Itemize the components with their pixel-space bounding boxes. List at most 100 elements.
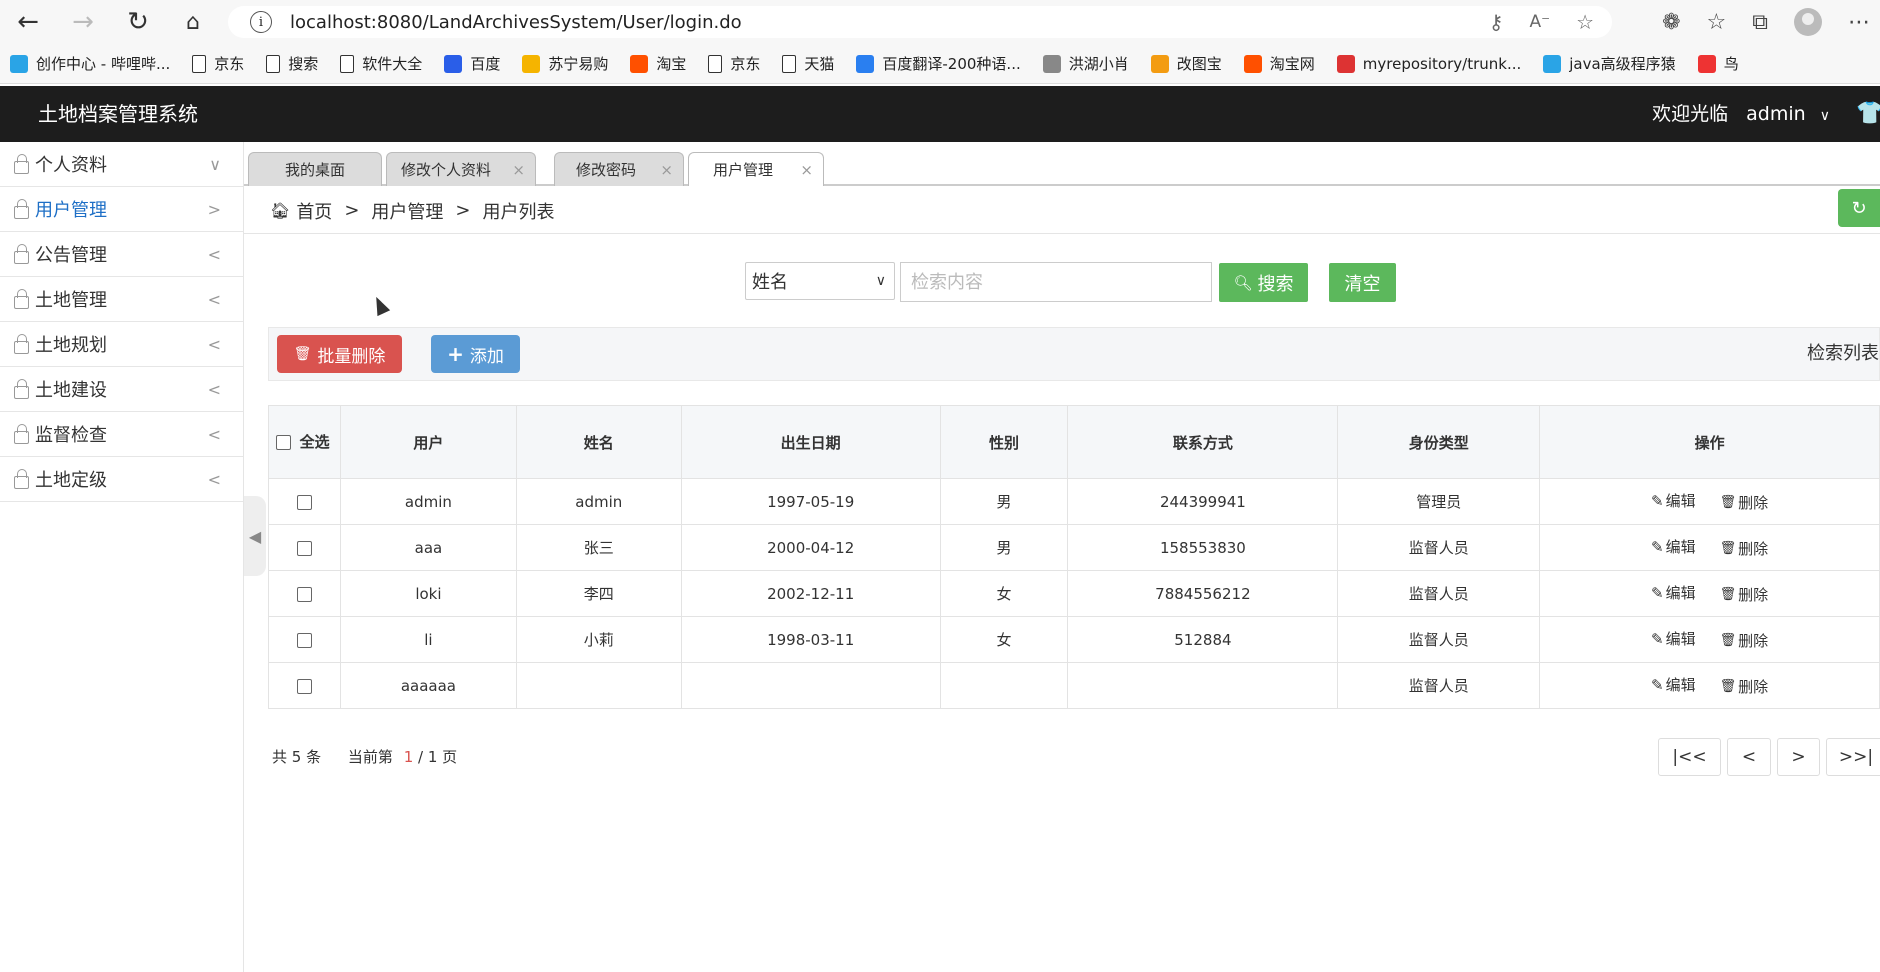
profile-avatar-icon[interactable] (1794, 8, 1822, 36)
page-icon (192, 54, 207, 73)
sidebar-collapse-handle[interactable]: ◀ (244, 496, 266, 576)
tab-bar: 我的桌面 修改个人资料 × 修改密码 × 用户管理 × (244, 142, 1880, 186)
tab-desktop[interactable]: 我的桌面 (248, 152, 382, 186)
edit-button[interactable]: ✎ 编辑 (1651, 490, 1696, 511)
row-checkbox[interactable] (296, 494, 312, 510)
bookmark-item[interactable]: 软件大全 (340, 53, 422, 74)
delete-button[interactable]: 🗑︎ 删除 (1720, 584, 1769, 605)
home-icon[interactable]: ⌂ (173, 2, 213, 42)
tab-edit-profile[interactable]: 修改个人资料 × (386, 152, 536, 186)
bilibili-icon (1543, 54, 1562, 73)
bookmark-item[interactable]: 鸟 (1697, 53, 1739, 74)
sidebar-item[interactable]: 个人资料 ∨ (0, 142, 243, 187)
bilibili-icon (10, 54, 28, 73)
collections-icon[interactable]: ⧉ (1752, 10, 1768, 35)
search-button[interactable]: 🔍︎ 搜索 (1219, 263, 1308, 302)
row-checkbox[interactable] (296, 678, 312, 694)
select-all-checkbox[interactable] (276, 434, 292, 450)
edit-button[interactable]: ✎ 编辑 (1651, 674, 1696, 695)
plus-icon: + (447, 342, 464, 366)
address-bar[interactable]: i localhost:8080/LandArchivesSystem/User… (228, 6, 1612, 38)
sidebar-item[interactable]: 土地管理 < (0, 277, 243, 322)
close-icon[interactable]: × (800, 161, 813, 179)
delete-button[interactable]: 🗑︎ 删除 (1720, 630, 1769, 651)
favorite-add-icon[interactable]: ☆ (1576, 10, 1594, 34)
more-icon[interactable]: ⋯ (1848, 10, 1870, 35)
trash-icon: 🗑︎ (1719, 540, 1737, 556)
site-info-icon[interactable]: i (250, 11, 272, 33)
trash-icon: 🗑︎ (1719, 632, 1737, 648)
sidebar-arrow-icon: > (207, 199, 221, 219)
close-icon[interactable]: × (512, 161, 525, 179)
key-icon[interactable]: ⚷ (1489, 10, 1504, 34)
breadcrumb-level1[interactable]: 用户管理 (371, 198, 443, 224)
clear-button[interactable]: 清空 (1329, 263, 1396, 302)
search-input[interactable] (900, 262, 1212, 302)
read-aloud-icon[interactable]: A⁻ (1529, 12, 1550, 32)
pagination-info: 共 5 条 当前第 1 / 1 页 (272, 746, 457, 767)
bookmark-item[interactable]: 京东 (708, 53, 760, 74)
delete-button[interactable]: 🗑︎ 删除 (1720, 676, 1769, 697)
bookmark-item[interactable]: myrepository/trunk... (1336, 54, 1522, 73)
sidebar-item[interactable]: 土地建设 < (0, 367, 243, 412)
close-icon[interactable]: × (660, 161, 673, 179)
row-checkbox[interactable] (296, 632, 312, 648)
back-icon[interactable]: ← (8, 2, 48, 42)
theme-icon[interactable]: 👕 (1856, 86, 1880, 142)
tab-label: 我的桌面 (284, 161, 345, 179)
breadcrumb-separator: > (455, 200, 471, 221)
select-all-label: 全选 (299, 433, 330, 451)
last-page-button[interactable]: >>| (1826, 738, 1880, 776)
prev-page-button[interactable]: < (1727, 738, 1771, 776)
add-user-button[interactable]: + 添加 (431, 335, 520, 373)
bookmark-item[interactable]: 百度 (444, 53, 500, 74)
tab-user-management[interactable]: 用户管理 × (688, 152, 824, 186)
edit-button[interactable]: ✎ 编辑 (1651, 536, 1696, 557)
row-checkbox[interactable] (296, 540, 312, 556)
bookmark-item[interactable]: 苏宁易购 (522, 53, 608, 74)
cell-role: 管理员 (1337, 478, 1541, 525)
pencil-icon: ✎ (1651, 491, 1664, 510)
first-page-button[interactable]: |<< (1658, 738, 1721, 776)
sidebar-item[interactable]: 土地规划 < (0, 322, 243, 367)
row-actions: ✎ 编辑 🗑︎ 删除 (1539, 570, 1880, 617)
delete-button[interactable]: 🗑︎ 删除 (1720, 538, 1769, 559)
total-suffix: 条 (306, 748, 322, 766)
row-checkbox[interactable] (296, 586, 312, 602)
tab-change-password[interactable]: 修改密码 × (554, 152, 684, 186)
sidebar-item[interactable]: 公告管理 < (0, 232, 243, 277)
refresh-button[interactable]: ↻ (1838, 189, 1880, 227)
column-header: 身份类型 (1337, 405, 1541, 479)
bookmark-label: myrepository/trunk... (1362, 54, 1522, 73)
bookmark-item[interactable]: 改图宝 (1150, 53, 1222, 74)
edit-button[interactable]: ✎ 编辑 (1651, 582, 1696, 603)
bookmark-label: 淘宝 (656, 55, 687, 73)
next-page-button[interactable]: > (1777, 738, 1820, 776)
edit-button[interactable]: ✎ 编辑 (1651, 628, 1696, 649)
forward-icon[interactable]: → (63, 2, 103, 42)
favorites-icon[interactable]: ☆ (1707, 10, 1727, 35)
sidebar-item[interactable]: 用户管理 > (0, 187, 243, 232)
bookmark-item[interactable]: 淘宝网 (1243, 53, 1315, 74)
bookmark-item[interactable]: java高级程序猿 (1543, 53, 1676, 74)
extensions-icon[interactable]: ❁ (1662, 10, 1680, 35)
cell-contact: 244399941 (1067, 478, 1339, 525)
bookmark-item[interactable]: 京东 (192, 53, 244, 74)
total-prefix: 共 (272, 748, 288, 766)
bookmark-item[interactable]: 淘宝 (630, 53, 686, 74)
batch-delete-button[interactable]: 🗑︎ 批量删除 (277, 335, 402, 373)
bookmark-item[interactable]: 百度翻译-200种语... (856, 53, 1021, 74)
select-all-header[interactable]: 全选 (268, 405, 341, 479)
bookmark-item[interactable]: 洪湖小肖 (1042, 53, 1129, 74)
sidebar-item[interactable]: 监督检查 < (0, 412, 243, 457)
delete-button[interactable]: 🗑︎ 删除 (1720, 492, 1769, 513)
bookmark-item[interactable]: 天猫 (782, 53, 834, 74)
sidebar-item[interactable]: 土地定级 < (0, 457, 243, 502)
bookmark-item[interactable]: 搜索 (266, 53, 318, 74)
search-field-select[interactable]: 姓名 ∨ (745, 262, 895, 300)
breadcrumb-home[interactable]: 首页 (296, 198, 332, 224)
bookmark-item[interactable]: 创作中心 - 哔哩哔... (10, 53, 170, 74)
bookmark-label: 百度 (470, 55, 501, 73)
user-menu[interactable]: 欢迎光临 admin ∨ (1652, 86, 1830, 144)
reload-icon[interactable]: ↻ (118, 2, 158, 42)
